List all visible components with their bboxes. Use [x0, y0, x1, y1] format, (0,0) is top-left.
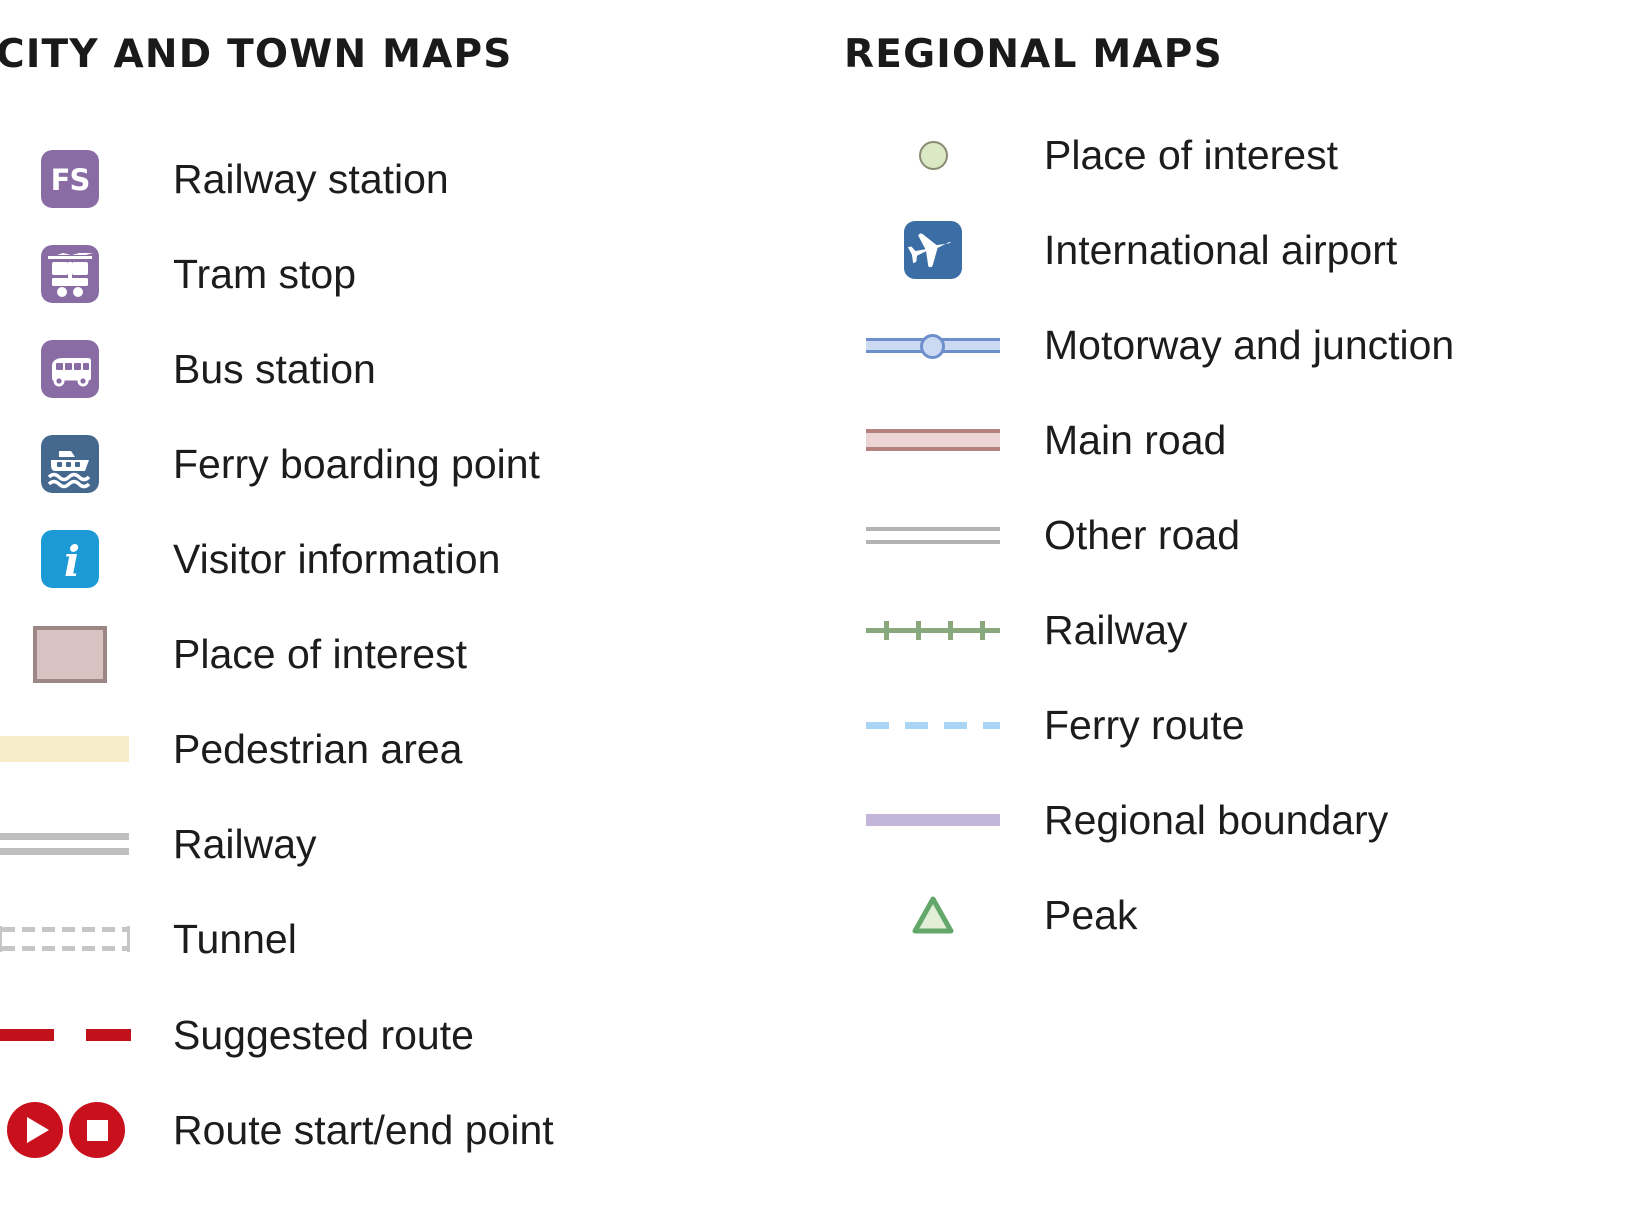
place-of-interest-swatch [0, 607, 140, 701]
legend-label: Motorway and junction [1044, 321, 1455, 368]
legend-label: Pedestrian area [173, 725, 463, 772]
legend-label: Bus station [173, 345, 376, 392]
suggested-route-line-graphic [0, 1029, 131, 1041]
legend-item-railway-station: FS Railway station [0, 132, 830, 226]
route-endpoints-graphic [7, 1102, 129, 1158]
legend-item-tram-stop: Tram stop [0, 227, 830, 321]
regional-boundary-graphic [866, 814, 1000, 826]
legend-item-pedestrian-area: Pedestrian area [0, 702, 830, 796]
legend-item-suggested-route: Suggested route [0, 988, 830, 1082]
legend-label: Other road [1044, 511, 1240, 558]
suggested-route-line-symbol [0, 988, 140, 1082]
ferry-boarding-icon-svg [41, 435, 99, 493]
other-road-graphic [866, 526, 1000, 544]
legend-item-regional-place-of-interest: Place of interest [830, 108, 1649, 202]
legend-label: Route start/end point [173, 1106, 554, 1153]
motorway-junction-line-symbol [860, 298, 1006, 392]
peak-icon-svg [912, 896, 954, 934]
railway-tick [980, 621, 985, 640]
tram-stop-icon [0, 227, 140, 321]
railway-line-symbol [0, 797, 140, 891]
railway-tick [916, 621, 921, 640]
other-road-line-symbol [860, 488, 1006, 582]
legend-label: Main road [1044, 416, 1227, 463]
pedestrian-area-swatch-box [0, 736, 129, 762]
place-of-interest-swatch-box [33, 625, 107, 683]
legend-label: Railway station [173, 155, 449, 202]
legend-label: Ferry boarding point [173, 440, 540, 487]
legend-item-main-road: Main road [830, 393, 1649, 487]
legend-item-tunnel: Tunnel [0, 892, 830, 986]
place-of-interest-dot [860, 108, 1006, 202]
railway-station-icon-svg: FS [41, 150, 99, 208]
regional-boundary-line-symbol [860, 773, 1006, 867]
main-road-line-symbol [860, 393, 1006, 487]
route-endpoints-icon [0, 1083, 140, 1177]
legend-item-visitor-information: i Visitor information [0, 512, 830, 606]
legend-item-other-road: Other road [830, 488, 1649, 582]
legend-label: Regional boundary [1044, 796, 1389, 843]
motorway-junction-graphic [866, 330, 1000, 360]
legend-label: Railway [173, 820, 317, 867]
tunnel-line-graphic [0, 926, 130, 952]
ferry-boarding-icon [0, 417, 140, 511]
legend-label: Tram stop [173, 250, 357, 297]
legend-item-railway: Railway [0, 797, 830, 891]
bus-station-icon [0, 322, 140, 416]
ferry-route-graphic [866, 721, 1000, 729]
legend-label: Tunnel [173, 915, 297, 962]
railway-tick [948, 621, 953, 640]
section-title-city-and-town-maps: CITY AND TOWN MAPS [0, 32, 513, 77]
legend-item-bus-station: Bus station [0, 322, 830, 416]
pedestrian-area-swatch [0, 702, 140, 796]
railway-tick [884, 621, 889, 640]
stop-square-icon [87, 1120, 108, 1141]
section-title-regional-maps: REGIONAL MAPS [844, 32, 1223, 77]
railway-station-icon: FS [0, 132, 140, 226]
railway-line-regional-symbol [860, 583, 1006, 677]
railway-line-graphic [0, 833, 129, 855]
tram-stop-icon-svg [41, 245, 99, 303]
legend-item-international-airport: International airport [830, 203, 1649, 297]
international-airport-icon [860, 203, 1006, 297]
play-triangle-icon [27, 1117, 49, 1143]
legend-item-peak: Peak [830, 868, 1649, 962]
legend-label: Place of interest [1044, 131, 1338, 178]
ferry-route-line-symbol [860, 678, 1006, 772]
legend-label: International airport [1044, 226, 1398, 273]
legend-item-place-of-interest: Place of interest [0, 607, 830, 701]
railway-regional-graphic [866, 619, 1000, 641]
legend-item-ferry-route: Ferry route [830, 678, 1649, 772]
legend-item-regional-boundary: Regional boundary [830, 773, 1649, 867]
legend-label: Ferry route [1044, 701, 1245, 748]
junction-circle-icon [920, 334, 945, 359]
legend-item-ferry-boarding-point: Ferry boarding point [0, 417, 830, 511]
legend-label: Peak [1044, 891, 1138, 938]
legend-label: Visitor information [173, 535, 501, 582]
peak-icon [860, 868, 1006, 962]
bus-station-icon-svg [41, 340, 99, 398]
svg-text:i: i [64, 537, 80, 586]
legend-item-motorway-and-junction: Motorway and junction [830, 298, 1649, 392]
international-airport-icon-svg [904, 221, 962, 279]
visitor-information-icon-svg: i [41, 530, 99, 588]
legend-label: Railway [1044, 606, 1188, 653]
legend-item-regional-railway: Railway [830, 583, 1649, 677]
place-of-interest-dot-graphic [918, 140, 948, 170]
svg-text:FS: FS [51, 163, 90, 197]
tunnel-line-symbol [0, 892, 140, 986]
map-legend: CITY AND TOWN MAPS FS Railway station Tr… [0, 0, 1649, 1228]
legend-label: Place of interest [173, 630, 467, 677]
main-road-graphic [866, 429, 1000, 451]
legend-item-route-endpoints: Route start/end point [0, 1083, 830, 1177]
legend-label: Suggested route [173, 1011, 474, 1058]
visitor-information-icon: i [0, 512, 140, 606]
